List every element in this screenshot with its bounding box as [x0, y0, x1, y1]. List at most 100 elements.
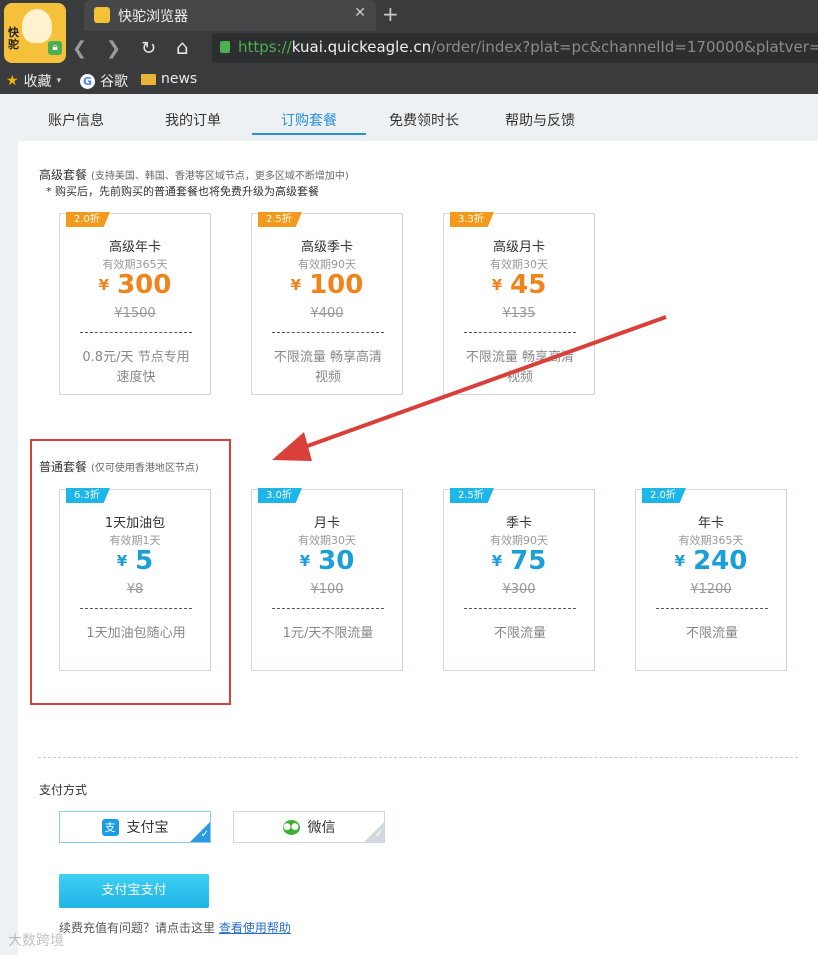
- browser-chrome: 快驼 🔒︎ 快驼浏览器 ✕ + ❮ ❯ ↻ ⌂ https://kuai.qui…: [0, 0, 818, 94]
- currency-symbol: ¥: [98, 276, 110, 294]
- bookmark-label: 谷歌: [100, 74, 128, 90]
- plan-name: 月卡: [313, 516, 340, 531]
- dashed-divider: [272, 332, 384, 333]
- bookmark-label: news: [161, 71, 198, 87]
- address-bar[interactable]: https://kuai.quickeagle.cn/order/index?p…: [212, 33, 818, 63]
- url-text[interactable]: https://kuai.quickeagle.cn/order/index?p…: [238, 38, 818, 56]
- plan-name: 高级年卡: [108, 240, 161, 255]
- browser-tab[interactable]: 快驼浏览器 ✕: [84, 0, 376, 31]
- folder-icon: [141, 73, 156, 85]
- google-icon: G: [80, 73, 95, 89]
- premium-title: 高级套餐: [39, 168, 88, 182]
- url-host: kuai.quickeagle.cn: [291, 38, 432, 56]
- original-price: ¥1200: [690, 582, 732, 597]
- original-price: ¥400: [310, 306, 344, 321]
- original-price: ¥135: [502, 306, 536, 321]
- plan-description: 1元/天不限流量: [282, 626, 374, 641]
- help-link[interactable]: 查看使用帮助: [219, 921, 291, 935]
- currency-symbol: ¥: [491, 552, 503, 570]
- tab-my-orders[interactable]: 我的订单: [165, 110, 221, 130]
- tab-close-icon[interactable]: ✕: [354, 5, 366, 21]
- plan-description: 不限流量 畅享高清视频: [273, 350, 383, 385]
- tab-help-feedback[interactable]: 帮助与反馈: [505, 110, 575, 130]
- dashed-divider: [464, 608, 576, 609]
- back-button[interactable]: ❮: [72, 38, 87, 59]
- discount-badge: 3.3折: [450, 212, 494, 227]
- plan-card-premium-quarter[interactable]: 2.5折 高级季卡 有效期90天 ¥100 ¥400 不限流量 畅享高清视频: [251, 212, 403, 395]
- currency-symbol: ¥: [491, 276, 503, 294]
- plan-name: 高级季卡: [300, 240, 353, 255]
- tab-account-info[interactable]: 账户信息: [48, 110, 104, 130]
- plan-card-premium-year[interactable]: 2.0折 高级年卡 有效期365天 ¥300 ¥1500 0.8元/天 节点专用…: [59, 212, 211, 395]
- currency-symbol: ¥: [674, 552, 686, 570]
- bookmarks-bar: ★ 收藏 ▾ G 谷歌 news: [0, 66, 818, 94]
- secure-lock-icon: [220, 41, 230, 53]
- price-value: 75: [510, 546, 547, 576]
- home-button[interactable]: ⌂: [176, 35, 189, 59]
- plan-card-month[interactable]: 3.0折 月卡 有效期30天 ¥30 ¥100 1元/天不限流量: [251, 488, 403, 671]
- payment-option-wechat[interactable]: ●● 微信 ✓: [233, 811, 385, 843]
- plan-name: 季卡: [505, 516, 532, 531]
- watermark: 大数跨境: [8, 933, 64, 949]
- plan-price: ¥240: [636, 546, 786, 576]
- payment-option-alipay[interactable]: 支 支付宝 ✓: [59, 811, 211, 843]
- price-value: 45: [510, 270, 547, 300]
- payment-option-label: 微信: [307, 820, 336, 836]
- currency-symbol: ¥: [290, 276, 302, 294]
- plan-card-premium-month[interactable]: 3.3折 高级月卡 有效期30天 ¥45 ¥135 不限流量 畅享高清视频: [443, 212, 595, 395]
- section-divider: [38, 757, 798, 758]
- app-logo[interactable]: 快驼 🔒︎: [4, 3, 66, 63]
- help-line: 续费充值有问题？请点击这里 查看使用帮助: [59, 919, 291, 936]
- active-tab-indicator: [252, 133, 366, 135]
- tab-free-time[interactable]: 免费领时长: [389, 110, 459, 130]
- bookmark-label: 收藏: [23, 74, 52, 90]
- page-content: 账户信息 我的订单 订购套餐 免费领时长 帮助与反馈 高级套餐 (支持美国、韩国、…: [18, 95, 818, 955]
- premium-section-title: 高级套餐 (支持美国、韩国、香港等区域节点，更多区域不断增加中): [39, 166, 349, 183]
- plan-card-quarter[interactable]: 2.5折 季卡 有效期90天 ¥75 ¥300 不限流量: [443, 488, 595, 671]
- price-value: 240: [693, 546, 748, 576]
- url-path: /order/index?plat=pc&channelId=170000&pl…: [431, 38, 818, 56]
- new-tab-button[interactable]: +: [382, 2, 399, 26]
- highlight-box: [30, 439, 231, 705]
- premium-subtitle: (支持美国、韩国、香港等区域节点，更多区域不断增加中): [91, 171, 349, 182]
- payment-label: 支付方式: [39, 783, 88, 797]
- dashed-divider: [80, 332, 192, 333]
- tab-favicon-icon: [94, 7, 110, 23]
- url-scheme: https://: [238, 38, 292, 56]
- reload-button[interactable]: ↻: [141, 38, 156, 59]
- price-value: 30: [318, 546, 355, 576]
- plan-name: 年卡: [697, 516, 724, 531]
- price-value: 100: [309, 270, 364, 300]
- account-nav-tabs: 账户信息 我的订单 订购套餐 免费领时长 帮助与反馈: [18, 95, 818, 141]
- plan-description: 不限流量 畅享高清视频: [465, 350, 575, 385]
- price-value: 300: [117, 270, 172, 300]
- plan-card-year[interactable]: 2.0折 年卡 有效期365天 ¥240 ¥1200 不限流量: [635, 488, 787, 671]
- currency-symbol: ¥: [299, 552, 311, 570]
- check-icon: ✓: [364, 822, 384, 842]
- dashed-divider: [656, 608, 768, 609]
- original-price: ¥300: [502, 582, 536, 597]
- bookmark-news[interactable]: news: [141, 71, 197, 87]
- dashed-divider: [464, 332, 576, 333]
- plan-price: ¥75: [444, 546, 594, 576]
- premium-note: * 购买后，先前购买的普通套餐也将免费升级为高级套餐: [46, 185, 319, 198]
- discount-badge: 2.0折: [66, 212, 110, 227]
- tab-order-plans[interactable]: 订购套餐: [281, 110, 337, 130]
- plan-price: ¥100: [252, 270, 402, 300]
- plan-description: 0.8元/天 节点专用 速度快: [82, 350, 190, 385]
- plan-name: 高级月卡: [492, 240, 545, 255]
- bookmark-google[interactable]: G 谷歌: [80, 71, 128, 91]
- forward-button[interactable]: ❯: [106, 38, 121, 59]
- plan-price: ¥45: [444, 270, 594, 300]
- lock-icon: 🔒︎: [48, 41, 62, 55]
- discount-badge: 3.0折: [258, 488, 302, 503]
- camel-logo-icon: [22, 9, 52, 43]
- payment-option-label: 支付宝: [126, 820, 169, 836]
- app-logo-text: 快驼: [8, 26, 19, 51]
- original-price: ¥1500: [114, 306, 156, 321]
- star-icon: ★: [6, 73, 19, 89]
- plan-price: ¥300: [60, 270, 210, 300]
- bookmark-favorites[interactable]: ★ 收藏 ▾: [6, 71, 61, 91]
- pay-button[interactable]: 支付宝支付: [59, 874, 209, 908]
- plan-description: 不限流量: [493, 626, 546, 641]
